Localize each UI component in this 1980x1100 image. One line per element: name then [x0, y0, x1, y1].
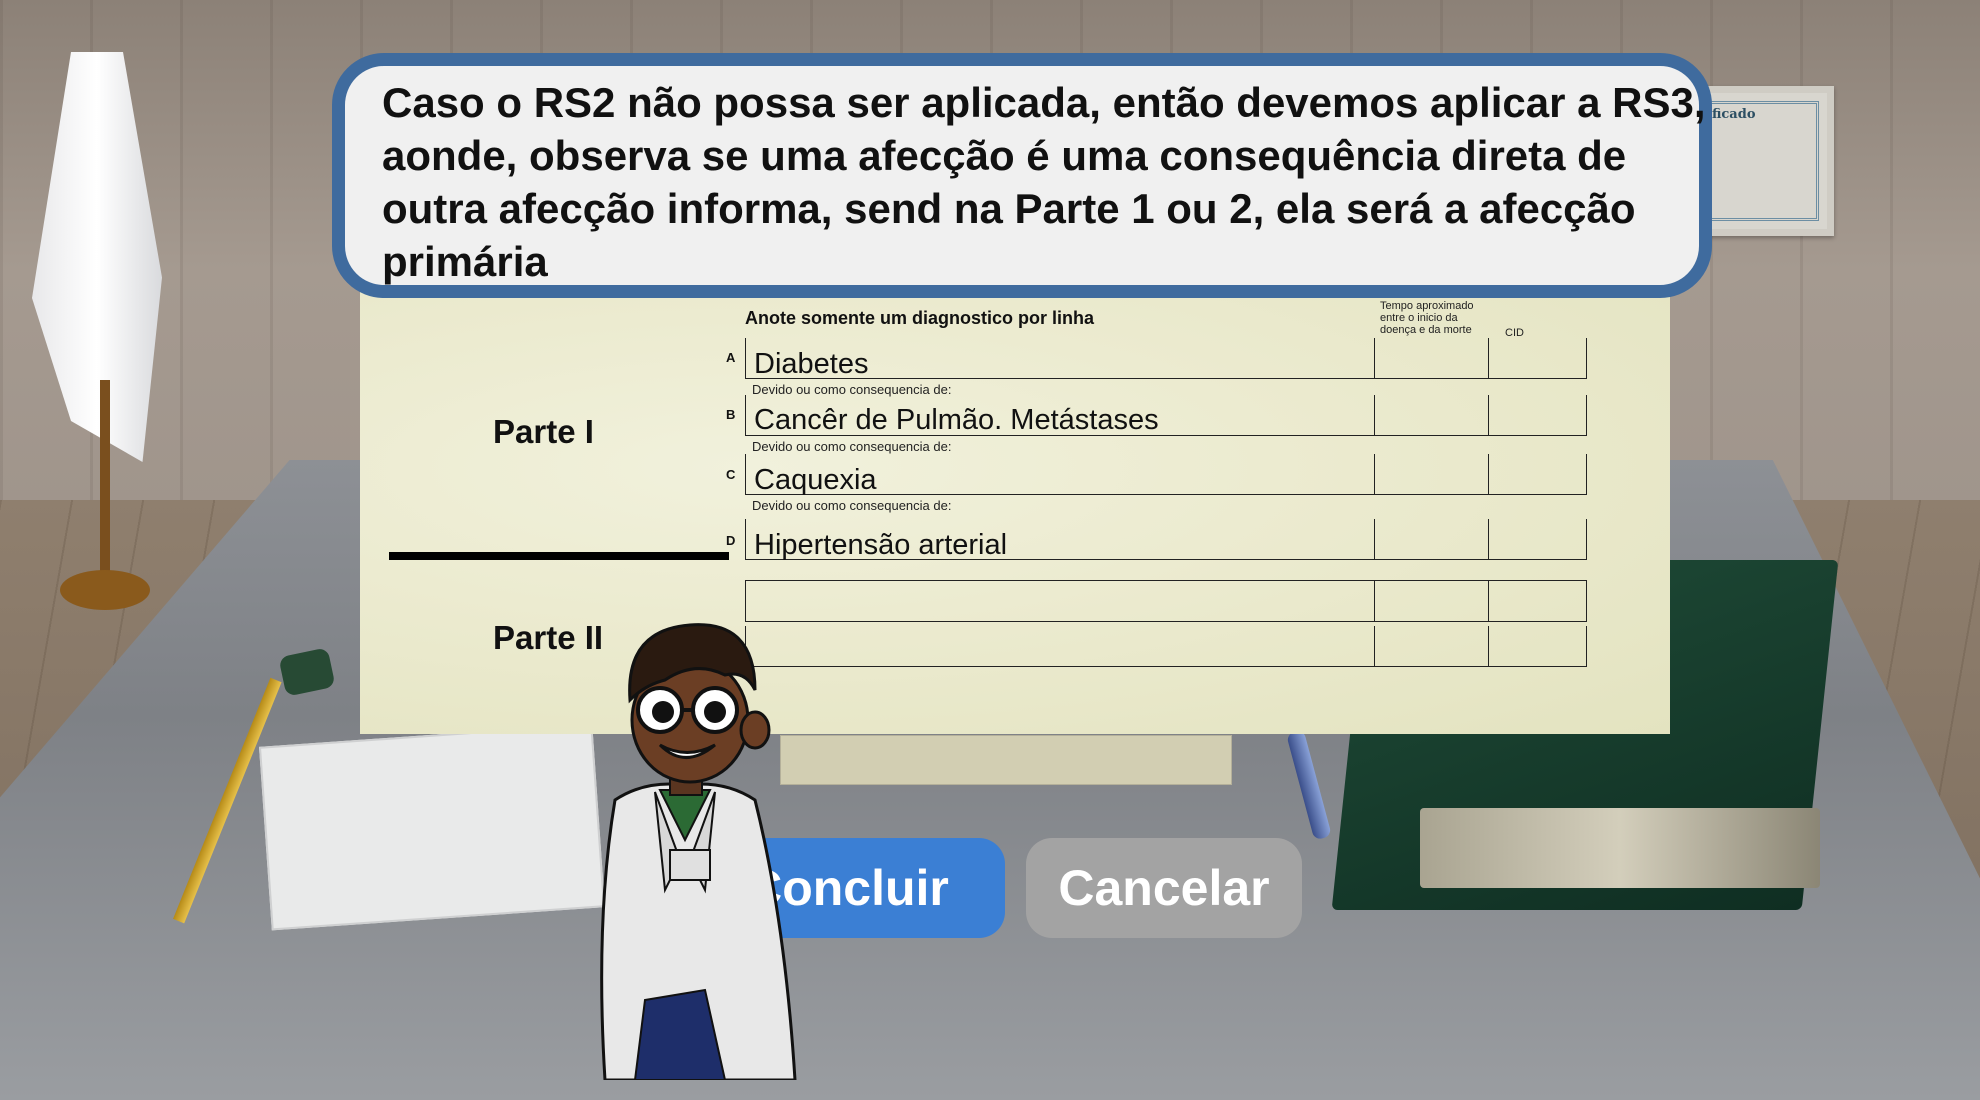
- dialog-text: Caso o RS2 não possa ser aplicada, então…: [382, 79, 1706, 285]
- row-divider: [1374, 581, 1375, 621]
- row-divider: [1374, 454, 1375, 494]
- part-2-row-2[interactable]: [745, 626, 1587, 667]
- desk-paper: [258, 723, 606, 931]
- row-letter-d: D: [726, 533, 736, 548]
- row-letter-a: A: [726, 350, 736, 365]
- tutorial-dialog: Caso o RS2 não possa ser aplicada, então…: [332, 53, 1712, 298]
- row-divider: [1488, 626, 1489, 666]
- coat-stand-pole: [100, 380, 110, 580]
- desk-form-paper: [780, 735, 1232, 785]
- cancel-button[interactable]: Cancelar: [1026, 838, 1302, 938]
- diagnosis-value-d: Hipertensão arterial: [754, 529, 1008, 561]
- row-letter-b: B: [726, 407, 736, 422]
- row-divider: [1488, 581, 1489, 621]
- consequence-note: Devido ou como consequencia de:: [752, 498, 952, 513]
- column-header-time: Tempo aproximado entre o inicio da doenç…: [1380, 300, 1474, 336]
- consequence-note: Devido ou como consequencia de:: [752, 439, 952, 454]
- diagnosis-value-c: Caquexia: [754, 464, 877, 496]
- part-1-label: Parte I: [493, 413, 594, 450]
- certificate-title: ificado: [1707, 107, 1756, 122]
- form-heading: Anote somente um diagnostico por linha: [745, 308, 1095, 328]
- row-divider: [1374, 395, 1375, 435]
- part-separator: [389, 552, 729, 560]
- diagnosis-row-a[interactable]: [745, 338, 1587, 379]
- row-letter-c: C: [726, 467, 736, 482]
- book-pages: [1420, 808, 1820, 888]
- row-divider: [1488, 454, 1489, 494]
- doctor-character: [600, 623, 797, 1080]
- diagnosis-value-b: Cancêr de Pulmão. Metástases: [754, 404, 1159, 436]
- row-divider: [1374, 338, 1375, 378]
- row-divider: [1488, 519, 1489, 559]
- row-divider: [1374, 626, 1375, 666]
- row-divider: [1488, 338, 1489, 378]
- death-certificate-form: Anote somente um diagnostico por linha T…: [360, 290, 1670, 734]
- part-2-row-1[interactable]: [745, 580, 1587, 622]
- row-divider: [1374, 519, 1375, 559]
- row-divider: [1488, 395, 1489, 435]
- coat-stand-base: [60, 570, 150, 610]
- diagnosis-value-a: Diabetes: [754, 348, 869, 380]
